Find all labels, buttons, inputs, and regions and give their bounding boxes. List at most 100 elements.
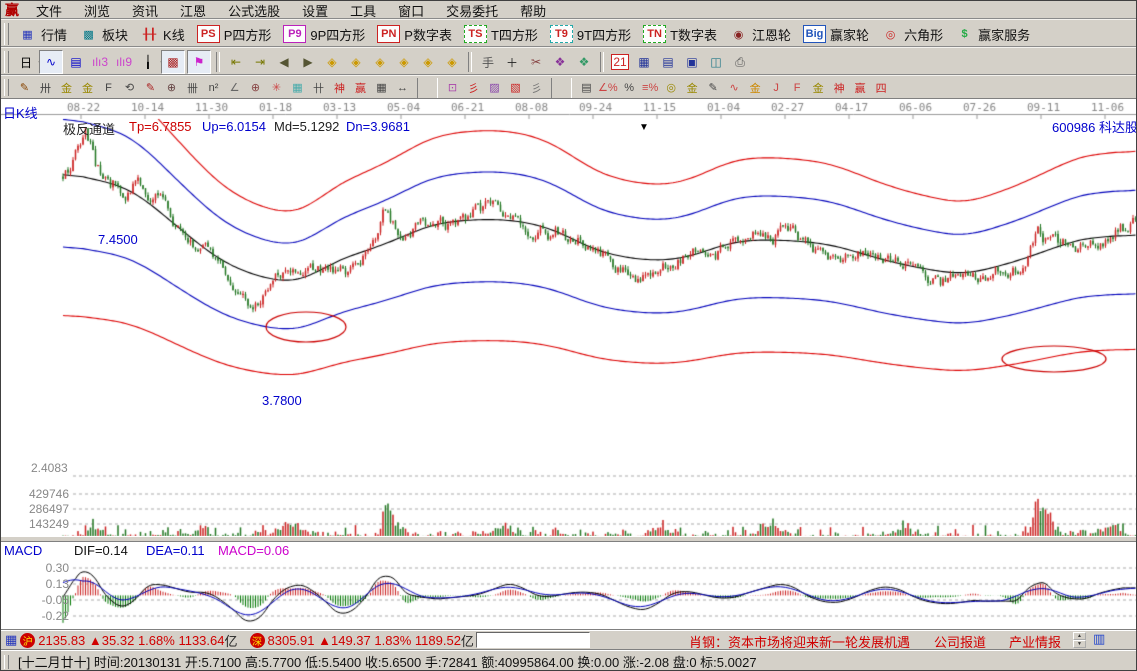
percent-icon[interactable]: % [620,78,639,97]
kline-button[interactable]: ╂╂ K线 [136,22,189,46]
notebook-icon[interactable]: ▤ [657,51,679,73]
grid-numbers-icon[interactable]: ▦ [372,78,391,97]
f-angle-icon[interactable]: F [788,78,807,97]
time-circle-icon[interactable]: ⊕ [162,78,181,97]
menu-item[interactable]: 设置 [291,1,339,20]
hand-tool-icon[interactable]: 手 [477,51,499,73]
toolbar-grip[interactable] [4,23,9,45]
status-chart-icon[interactable]: ▥ [1093,631,1105,647]
step-forward-icon[interactable]: ▶ [297,51,319,73]
news-scroll-spinner[interactable]: ▲▼ [1073,632,1086,648]
compress-icon[interactable]: ◈ [393,51,415,73]
grid-star-icon[interactable]: ▦ [288,78,307,97]
jump-first-icon[interactable]: ⇤ [225,51,247,73]
zoom-horizontal-icon[interactable]: ◈ [369,51,391,73]
angle-fan-icon[interactable]: ∠ [225,78,244,97]
drawing-tool-icon[interactable] [551,78,572,98]
period-day-selector[interactable]: 日 [15,51,37,73]
star-rays-icon[interactable]: ✳ [267,78,286,97]
pan-right-icon[interactable]: ◈ [345,51,367,73]
t-square-button[interactable]: TS T四方形 [460,22,542,46]
gold-tool-a-icon[interactable]: 金 [57,78,76,97]
fan-grid-purple-icon[interactable]: ▨ [485,78,504,97]
panel-splitter[interactable] [1,536,1137,542]
double-lines-icon[interactable]: 卄 [309,78,328,97]
info-doc-icon[interactable]: ▤ [65,51,87,73]
ornament-purple-icon[interactable]: ❖ [549,51,571,73]
drawing-tool-icon[interactable] [417,78,438,98]
tool-icon[interactable] [216,52,220,72]
shen-angle-icon[interactable]: 神 [830,78,849,97]
pattern-grid-icon[interactable]: ▩ [161,50,185,74]
bars-9-icon[interactable]: ılı9 [113,51,135,73]
price-scale-icon[interactable]: ▤ [577,78,596,97]
pencil-tool-icon[interactable]: ✎ [15,78,34,97]
gold-angle-icon[interactable]: 金 [809,78,828,97]
winner-service-button[interactable]: $ 赢家服务 [951,22,1034,46]
ornament-green-icon[interactable]: ❖ [573,51,595,73]
fan-red-icon[interactable]: 彡 [464,78,483,97]
save-icon[interactable]: ▣ [681,51,703,73]
tool-icon[interactable] [468,52,472,72]
quotes-button[interactable]: ▦ 行情 [14,22,71,46]
percent-slash-icon[interactable]: ∠% [598,78,618,97]
box-corners-icon[interactable]: ⊡ [443,78,462,97]
panel-label-daily-kline[interactable]: 日K线 [3,103,38,122]
menu-item[interactable]: 窗口 [387,1,435,20]
menu-item[interactable]: 文件 [25,1,73,20]
printer-icon[interactable]: ⎙ [729,51,751,73]
fib-f-icon[interactable]: F [99,78,118,97]
menu-item[interactable]: 交易委托 [435,1,509,20]
candle-type-icon[interactable]: ╽ [137,51,159,73]
shen-tool-icon[interactable]: 神 [330,78,349,97]
menu-item[interactable]: 资讯 [121,1,169,20]
fit-all-icon[interactable]: ◈ [441,51,463,73]
hexagon-button[interactable]: ◎ 六角形 [877,22,947,46]
menu-item[interactable]: 江恩 [169,1,217,20]
toolbar-grip[interactable] [4,79,9,97]
9t-square-button[interactable]: T9 9T四方形 [546,22,635,46]
flag-marker-icon[interactable]: ⚑ [187,50,211,74]
ying-angle-icon[interactable]: 赢 [851,78,870,97]
calculator-icon[interactable]: ▦ [633,51,655,73]
expand-icon[interactable]: ◈ [417,51,439,73]
spin-down-icon[interactable]: ▼ [1073,640,1086,648]
ruler-comb-icon[interactable]: 卌 [183,78,202,97]
gold-circle-icon[interactable]: ◎ [662,78,681,97]
stock-code-name[interactable]: 600986 科达股 [1052,117,1137,136]
t-digit-button[interactable]: TN T数字表 [639,22,721,46]
quick-code-input[interactable] [476,632,590,648]
ying-tool-icon[interactable]: 赢 [351,78,370,97]
si-angle-icon[interactable]: 四 [872,78,891,97]
gold-tool-b-icon[interactable]: 金 [78,78,97,97]
network-icon[interactable]: ◫ [705,51,727,73]
spin-up-icon[interactable]: ▲ [1073,632,1086,640]
pen-small-icon[interactable]: ✎ [704,78,723,97]
percent-lines-icon[interactable]: ≡% [641,78,660,97]
step-back-icon[interactable]: ◀ [273,51,295,73]
p-square-button[interactable]: PS P四方形 [193,22,276,46]
gann-wheel-button[interactable]: ◉ 江恩轮 [725,22,795,46]
menu-item[interactable]: 浏览 [73,1,121,20]
quote-grid-icon[interactable]: ▦ [5,632,17,648]
main-chart-icon[interactable]: ∿ [39,50,63,74]
macd-panel-label[interactable]: MACD [4,543,42,558]
indicator-name[interactable]: 极反通道 [63,119,115,138]
gann-compass-icon[interactable]: ⊕ [246,78,265,97]
menu-item[interactable]: 工具 [339,1,387,20]
spiral-icon[interactable]: ⟲ [120,78,139,97]
fan-gray-icon[interactable]: 彡 [527,78,546,97]
bars-3-icon[interactable]: ılı3 [89,51,111,73]
tool-icon[interactable] [600,52,604,72]
wave-band-icon[interactable]: ∿ [725,78,744,97]
menu-item[interactable]: 帮助 [509,1,557,20]
pan-left-icon[interactable]: ◈ [321,51,343,73]
winner-wheel-button[interactable]: Big 赢家轮 [799,22,873,46]
n-squared-icon[interactable]: n² [204,78,223,97]
menu-item[interactable]: 公式选股 [217,1,291,20]
cut-tool-icon[interactable]: ✂ [525,51,547,73]
fan-grid-red-icon[interactable]: ▧ [506,78,525,97]
gold-lines-icon[interactable]: 金 [683,78,702,97]
calendar-icon[interactable]: 21 [609,51,631,73]
9p-square-button[interactable]: P9 9P四方形 [279,22,369,46]
